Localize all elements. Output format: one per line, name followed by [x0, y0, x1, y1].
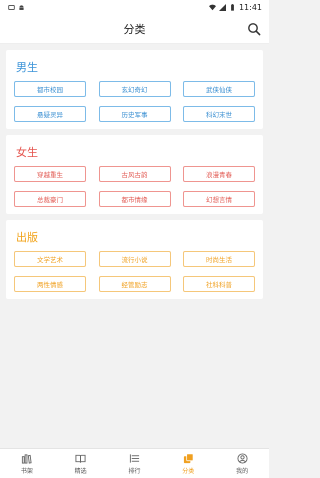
tab-label: 书架 [20, 467, 33, 475]
category-tag[interactable]: 古风古韵 [98, 166, 171, 182]
search-icon[interactable] [247, 22, 261, 36]
category-tag[interactable]: 玄幻奇幻 [98, 81, 171, 97]
tag-grid-female: 穿越重生 古风古韵 浪漫青春 总裁豪门 都市情缘 幻想言情 [14, 166, 255, 207]
status-left [8, 4, 25, 11]
category-tag[interactable]: 都市校园 [14, 81, 86, 97]
category-tag[interactable]: 武侠仙侠 [183, 81, 255, 97]
page-title: 分类 [123, 22, 146, 36]
tab-label: 排行 [128, 467, 141, 475]
android-icon [19, 4, 24, 10]
book-open-icon [75, 454, 86, 463]
bottom-tab-bar: 书架 精选 排行 分类 我的 [0, 448, 269, 478]
wifi-icon [208, 4, 216, 10]
battery-icon [231, 3, 234, 11]
tab-category[interactable]: 分类 [163, 453, 213, 475]
tab-ranking[interactable]: 排行 [109, 453, 159, 475]
category-tag[interactable]: 悬疑灵异 [14, 106, 86, 122]
nav-bar: 分类 [0, 14, 269, 44]
ranking-icon [129, 453, 140, 463]
tab-bookshelf[interactable]: 书架 [2, 453, 52, 475]
category-tag[interactable]: 科幻末世 [183, 106, 255, 122]
tab-featured[interactable]: 精选 [56, 453, 106, 475]
tag-grid-publish: 文学艺术 流行小说 时尚生活 两性情感 经管励志 社科科普 [14, 251, 255, 292]
category-icon [183, 453, 194, 463]
tab-profile[interactable]: 我的 [217, 452, 267, 475]
category-tag[interactable]: 文学艺术 [14, 251, 86, 267]
category-tag[interactable]: 总裁豪门 [14, 191, 86, 207]
tag-grid-male: 都市校园 玄幻奇幻 武侠仙侠 悬疑灵异 历史军事 科幻末世 [14, 81, 255, 122]
status-bar: 11:41 [0, 0, 269, 14]
category-tag[interactable]: 历史军事 [98, 106, 171, 122]
user-icon [237, 452, 248, 464]
category-tag[interactable]: 都市情缘 [98, 191, 171, 207]
status-right: 11:41 [208, 2, 262, 12]
bookshelf-icon [22, 453, 32, 464]
category-tag[interactable]: 穿越重生 [14, 166, 86, 182]
category-tag[interactable]: 流行小说 [98, 251, 171, 267]
status-time: 11:41 [238, 2, 262, 12]
section-title-female: 女生 [16, 146, 38, 159]
notification-icon [8, 4, 15, 10]
category-tag[interactable]: 幻想言情 [183, 191, 255, 207]
tab-label: 我的 [236, 467, 249, 475]
section-title-publish: 出版 [16, 231, 38, 244]
section-publish: 出版 文学艺术 流行小说 时尚生活 两性情感 经管励志 社科科普 [6, 220, 263, 299]
section-title-male: 男生 [16, 61, 38, 74]
section-female: 女生 穿越重生 古风古韵 浪漫青春 总裁豪门 都市情缘 幻想言情 [6, 135, 263, 214]
tab-label: 精选 [74, 467, 87, 475]
tab-label: 分类 [182, 467, 195, 475]
section-male: 男生 都市校园 玄幻奇幻 武侠仙侠 悬疑灵异 历史军事 科幻末世 [6, 50, 263, 129]
category-tag[interactable]: 时尚生活 [183, 251, 255, 267]
category-tag[interactable]: 经管励志 [98, 276, 171, 292]
category-tag[interactable]: 两性情感 [14, 276, 86, 292]
category-tag[interactable]: 社科科普 [183, 276, 255, 292]
category-tag[interactable]: 浪漫青春 [183, 166, 255, 182]
signal-icon [218, 3, 226, 11]
